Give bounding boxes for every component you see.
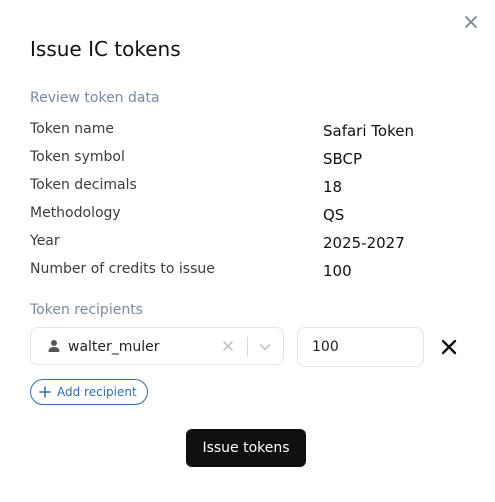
- row-value: QS: [323, 206, 345, 224]
- review-row-token-name: Token name Safari Token: [30, 119, 450, 143]
- review-row-year: Year 2025-2027: [30, 231, 450, 255]
- review-row-token-decimals: Token decimals 18: [30, 175, 450, 199]
- add-recipient-label: Add recipient: [57, 385, 137, 399]
- row-label: Year: [30, 233, 60, 249]
- close-modal-button[interactable]: [461, 12, 481, 32]
- close-icon: [465, 16, 477, 28]
- row-value: 2025-2027: [323, 234, 405, 252]
- row-label: Token symbol: [30, 149, 125, 165]
- clear-selection-icon[interactable]: [221, 339, 235, 353]
- row-value: 18: [323, 178, 343, 196]
- row-value: Safari Token: [323, 122, 414, 140]
- row-label: Token decimals: [30, 177, 137, 193]
- modal-title: Issue IC tokens: [30, 37, 181, 61]
- recipients-section-label: Token recipients: [30, 302, 143, 318]
- issue-tokens-button[interactable]: Issue tokens: [186, 429, 306, 467]
- recipient-name: walter_muler: [68, 339, 160, 355]
- row-label: Methodology: [30, 205, 121, 221]
- user-icon: [48, 340, 60, 352]
- recipient-select[interactable]: walter_muler: [30, 327, 284, 365]
- recipient-amount-input[interactable]: [297, 327, 424, 367]
- row-value: 100: [323, 262, 352, 280]
- remove-recipient-icon[interactable]: [439, 337, 459, 357]
- row-label: Number of credits to issue: [30, 261, 215, 277]
- chevron-down-icon[interactable]: [258, 340, 272, 354]
- add-recipient-button[interactable]: Add recipient: [30, 379, 148, 405]
- issue-tokens-modal: Issue IC tokens Review token data Token …: [0, 0, 495, 502]
- review-section-label: Review token data: [30, 90, 160, 106]
- select-divider: [247, 337, 248, 357]
- review-row-token-symbol: Token symbol SBCP: [30, 147, 450, 171]
- row-value: SBCP: [323, 150, 363, 168]
- row-label: Token name: [30, 121, 114, 137]
- review-row-methodology: Methodology QS: [30, 203, 450, 227]
- plus-icon: [39, 386, 51, 398]
- review-row-credits: Number of credits to issue 100: [30, 259, 450, 283]
